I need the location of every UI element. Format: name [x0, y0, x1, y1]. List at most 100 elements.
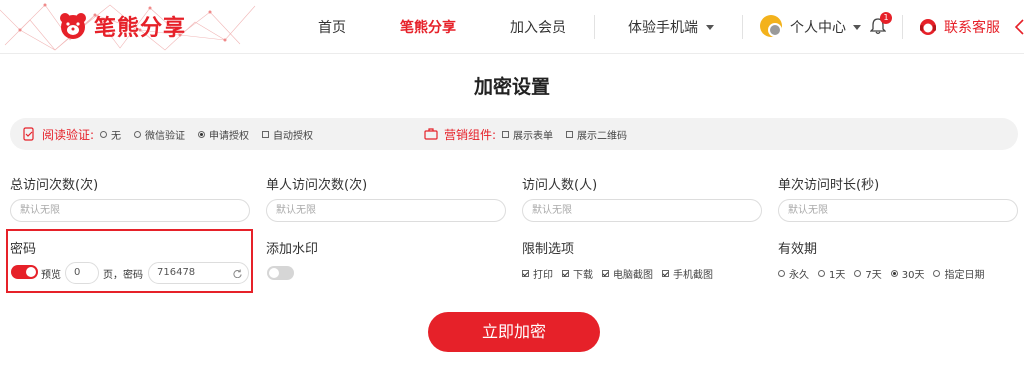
marketing-option-qrcode[interactable]: 展示二维码	[566, 127, 627, 142]
restrictions-label: 限制选项	[522, 242, 575, 257]
checkbox[interactable]	[662, 269, 669, 277]
validity-forever[interactable]: 永久	[778, 266, 809, 281]
pages-password-label: 页，密码	[103, 270, 143, 281]
option-label: 电脑截图	[613, 269, 653, 281]
chevron-down-icon	[706, 24, 714, 30]
radio-button[interactable]	[778, 269, 785, 277]
nav-item-share[interactable]: 笔熊分享	[400, 0, 456, 54]
checkbox[interactable]	[602, 269, 609, 277]
option-label: 手机截图	[673, 269, 713, 281]
visitor-count-input[interactable]: 默认无限	[522, 199, 762, 222]
option-label: 自动授权	[273, 130, 314, 142]
total-visits-input[interactable]: 默认无限	[10, 199, 250, 222]
restriction-print[interactable]: 打印	[522, 266, 553, 281]
option-label: 展示表单	[513, 130, 554, 142]
marketing-group: 营销组件: 展示表单 展示二维码	[424, 118, 640, 150]
validity-7days[interactable]: 7天	[854, 266, 882, 281]
site-logo[interactable]: 笔熊分享	[58, 9, 186, 43]
checkbox[interactable]	[502, 130, 510, 138]
read-verify-label: 阅读验证:	[42, 127, 95, 142]
radio-button[interactable]	[933, 269, 941, 277]
radio-button[interactable]	[818, 269, 825, 277]
option-label: 打印	[533, 269, 553, 281]
validity-1day[interactable]: 1天	[818, 266, 845, 281]
password-label: 密码	[10, 242, 37, 257]
encrypt-now-button[interactable]: 立即加密	[428, 312, 600, 352]
nav-divider	[902, 15, 903, 39]
password-toggle[interactable]	[11, 265, 38, 279]
page-title: 加密设置	[473, 76, 550, 98]
preview-pages-input[interactable]: 0	[65, 262, 99, 284]
restrictions-options: 打印 下载 电脑截图 手机截图	[522, 266, 722, 281]
chevron-down-icon	[853, 24, 861, 30]
radio-button[interactable]	[890, 269, 898, 277]
phone-check-icon	[23, 127, 34, 141]
nav-item-mobile[interactable]: 体验手机端	[628, 0, 714, 54]
checkbox[interactable]	[262, 130, 270, 138]
option-label: 永久	[789, 269, 809, 281]
watermark-toggle[interactable]	[267, 266, 294, 280]
nav-label: 体验手机端	[628, 20, 698, 36]
option-label: 申请授权	[209, 130, 250, 142]
avatar[interactable]	[760, 15, 782, 37]
single-user-visits-input[interactable]: 默认无限	[266, 199, 506, 222]
watermark-label: 添加水印	[266, 242, 319, 257]
checkbox[interactable]	[562, 269, 569, 277]
option-label: 无	[111, 130, 122, 142]
read-verify-option-none[interactable]: 无	[100, 127, 121, 142]
visit-duration-input[interactable]: 默认无限	[778, 199, 1018, 222]
radio-button[interactable]	[198, 130, 206, 138]
headset-icon	[920, 19, 936, 35]
service-label: 联系客服	[944, 20, 1000, 36]
nav-label: 加入会员	[510, 20, 566, 36]
validity-label: 有效期	[778, 242, 818, 257]
restriction-download[interactable]: 下载	[562, 266, 593, 281]
options-bar: 阅读验证: 无 微信验证 申请授权 自动授权 营销组件: 展示表单 展示二维码	[10, 118, 1018, 150]
validity-options: 永久 1天 7天 30天 指定日期	[778, 266, 984, 281]
user-center-menu[interactable]: 个人中心	[790, 0, 861, 54]
validity-custom-date[interactable]: 指定日期	[933, 266, 984, 281]
checkbox[interactable]	[566, 130, 574, 138]
option-label: 30天	[901, 269, 925, 281]
read-verify-option-apply[interactable]: 申请授权	[198, 127, 249, 142]
checkbox[interactable]	[522, 269, 529, 277]
nav-label: 笔熊分享	[400, 20, 456, 36]
notification-badge: 1	[880, 12, 892, 24]
user-center-label: 个人中心	[790, 20, 846, 36]
chevron-left-icon[interactable]	[1014, 18, 1024, 36]
toggle-knob	[26, 267, 36, 277]
read-verify-option-wechat[interactable]: 微信验证	[134, 127, 185, 142]
visit-duration-label: 单次访问时长(秒)	[778, 178, 880, 193]
option-label: 7天	[865, 269, 882, 281]
nav-divider	[742, 15, 743, 39]
nav-label: 首页	[318, 20, 346, 36]
validity-30days[interactable]: 30天	[890, 266, 925, 281]
refresh-icon[interactable]	[233, 269, 242, 278]
nav-item-membership[interactable]: 加入会员	[510, 0, 566, 54]
read-verify-option-auto[interactable]: 自动授权	[262, 127, 313, 142]
single-user-visits-label: 单人访问次数(次)	[266, 178, 368, 193]
marketing-option-form[interactable]: 展示表单	[502, 127, 553, 142]
marketing-label: 营销组件:	[444, 127, 497, 142]
briefcase-icon	[424, 128, 438, 140]
total-visits-label: 总访问次数(次)	[10, 178, 99, 193]
option-label: 指定日期	[944, 269, 985, 281]
toggle-knob	[269, 268, 279, 278]
nav-item-home[interactable]: 首页	[318, 0, 346, 54]
option-label: 展示二维码	[577, 130, 628, 142]
option-label: 下载	[573, 269, 593, 281]
top-nav-bar: 笔熊分享 首页 笔熊分享 加入会员 体验手机端 个人中心 1 联系客服	[0, 0, 1024, 54]
preview-label: 预览	[41, 270, 61, 281]
option-label: 微信验证	[145, 130, 186, 142]
radio-button[interactable]	[854, 269, 862, 277]
bear-logo-icon	[60, 13, 86, 39]
restriction-pc-screenshot[interactable]: 电脑截图	[602, 266, 653, 281]
radio-button[interactable]	[100, 130, 108, 138]
restriction-mobile-screenshot[interactable]: 手机截图	[662, 266, 713, 281]
radio-button[interactable]	[134, 130, 142, 138]
visitor-count-label: 访问人数(人)	[522, 178, 598, 193]
option-label: 1天	[829, 269, 846, 281]
nav-divider	[594, 15, 595, 39]
contact-service-link[interactable]: 联系客服	[918, 0, 1000, 54]
read-verify-group: 阅读验证: 无 微信验证 申请授权 自动授权	[22, 118, 326, 150]
